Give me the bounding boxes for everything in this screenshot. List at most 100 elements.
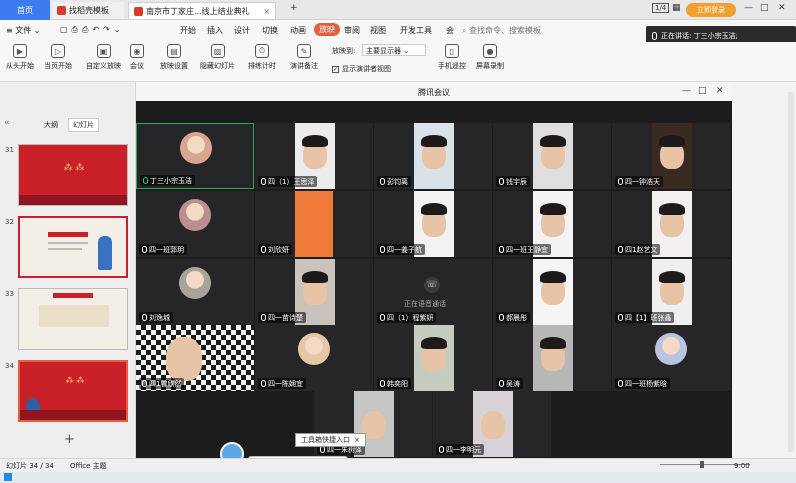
- search-box[interactable]: ⌕ 查找命令、搜索模板: [462, 25, 541, 36]
- ribbon-button-6[interactable]: ⏱ 排练计时: [248, 44, 276, 71]
- participant-tile[interactable]: 郝晨彤: [493, 259, 611, 325]
- menu-5[interactable]: 放映: [314, 23, 340, 36]
- mic-icon: [618, 314, 623, 321]
- participant-name-label: 丁三小宗玉洁: [140, 175, 195, 186]
- participant-name: 四一苗诗楚: [268, 313, 303, 322]
- menu-8[interactable]: 开发工具: [400, 25, 432, 36]
- record-button[interactable]: ● 屏幕录制: [476, 44, 504, 71]
- tab-outline[interactable]: 大纲: [44, 120, 58, 130]
- slide-thumbnail[interactable]: [18, 216, 128, 278]
- participant-hair: [540, 271, 566, 283]
- menu-6[interactable]: 审阅: [344, 25, 360, 36]
- slide-thumbnail[interactable]: ⁂ ⁂: [18, 144, 128, 206]
- participant-name-label: 四一钟浩天: [615, 176, 663, 187]
- presenter-view-checkbox[interactable]: ✓ 显示演讲者视图: [332, 64, 391, 74]
- tab-home[interactable]: 首页: [0, 0, 50, 20]
- scrollbar[interactable]: [788, 92, 794, 452]
- participant-name-label: 刘欣妍: [258, 244, 292, 255]
- participant-tile[interactable]: 四一苗诗楚: [255, 259, 373, 325]
- video-feed: [414, 123, 454, 189]
- minimize-icon[interactable]: —: [744, 3, 753, 13]
- ribbon-button-2[interactable]: ▣ 自定义放映: [86, 44, 121, 71]
- participant-name-label: 四一班杨紫晗: [615, 378, 670, 389]
- menu-0[interactable]: 开始: [180, 25, 196, 36]
- menu-2[interactable]: 设计: [234, 25, 250, 36]
- meeting-title-bar: 腾讯会议 — □ ✕: [136, 83, 732, 101]
- participant-hair: [302, 135, 328, 147]
- ribbon-button-label: 会议: [130, 62, 144, 70]
- close-icon[interactable]: ✕: [716, 86, 724, 96]
- participant-name: 四1曾欣然: [149, 379, 182, 388]
- close-tip-icon[interactable]: ×: [354, 436, 360, 444]
- participant-tile[interactable]: 四一姜子航: [374, 191, 492, 257]
- slide-thumbnail[interactable]: ⁂ ⁂: [18, 360, 128, 422]
- menu-3[interactable]: 切换: [262, 25, 278, 36]
- check-icon: ✓: [332, 65, 339, 73]
- slide-title-art: ⁂ ⁂: [63, 163, 85, 173]
- participant-tile[interactable]: 丁三小宗玉洁: [136, 123, 254, 189]
- menu-1[interactable]: 插入: [207, 25, 223, 36]
- participant-tile[interactable]: 四一朱树泽: [314, 391, 432, 457]
- minimize-icon[interactable]: —: [682, 86, 691, 96]
- close-tab-icon[interactable]: ×: [263, 7, 270, 16]
- maximize-icon[interactable]: □: [698, 86, 707, 96]
- ribbon-button-5[interactable]: ▨ 隐藏幻灯片: [200, 44, 235, 71]
- close-icon[interactable]: ✕: [778, 3, 786, 13]
- video-feed: [414, 325, 454, 391]
- menu-4[interactable]: 动画: [290, 25, 306, 36]
- participant-tile[interactable]: 四一陈娴宜: [255, 325, 373, 391]
- slide-count: 幻灯片 34 / 34: [6, 462, 54, 470]
- avatar: [298, 333, 330, 365]
- participant-tile[interactable]: 吴涛: [493, 325, 611, 391]
- grid-icon[interactable]: ▦: [672, 3, 681, 13]
- participant-tile[interactable]: 钱宇辰: [493, 123, 611, 189]
- participant-tile[interactable]: 四（1）王思泽: [255, 123, 373, 189]
- taskbar: 9:00: [0, 462, 796, 483]
- participant-name: 韩奕阳: [387, 379, 408, 388]
- participant-tile[interactable]: 四一班王静宜: [493, 191, 611, 257]
- file-menu[interactable]: ≡ 文件 ⌄: [6, 25, 41, 36]
- add-slide-button[interactable]: +: [64, 432, 75, 447]
- ribbon-button-1[interactable]: ▷ 当页开始: [44, 44, 72, 71]
- menu-9[interactable]: 会: [446, 25, 454, 36]
- maximize-icon[interactable]: □: [760, 3, 769, 13]
- mic-icon: [142, 380, 147, 387]
- ribbon-button-4[interactable]: ▤ 放映设置: [160, 44, 188, 71]
- collapse-panel-icon[interactable]: «: [4, 118, 10, 128]
- participant-name: 四（1）程紫妍: [387, 313, 434, 322]
- participant-tile[interactable]: 四一班郭玥: [136, 191, 254, 257]
- tab-document[interactable]: 南京市丁家庄...线上结业典礼 ×: [128, 2, 276, 19]
- add-tab-button[interactable]: +: [290, 3, 298, 13]
- participant-name-label: 彭钧离: [377, 176, 411, 187]
- handheld-button[interactable]: ▯ 手机遥控: [438, 44, 466, 71]
- tab-slides[interactable]: 幻灯片: [68, 118, 99, 132]
- participant-tile[interactable]: 刘欣妍: [255, 191, 373, 257]
- participant-tile[interactable]: 四1赵艺文: [612, 191, 730, 257]
- ribbon-button-3[interactable]: ◉ 会议: [130, 44, 144, 71]
- slide-number: 32: [5, 218, 14, 226]
- participant-tile[interactable]: 彭钧离: [374, 123, 492, 189]
- tab-template[interactable]: 找稻壳模板: [52, 2, 124, 19]
- participant-tile[interactable]: ☏ 正在语音通话 四（1）程紫妍: [374, 259, 492, 325]
- zoom-controls[interactable]: [640, 461, 780, 469]
- windows-start-icon[interactable]: [4, 473, 12, 481]
- quick-access-icons[interactable]: ▢⎙⎙↶↷⌄: [60, 25, 124, 35]
- slide-thumbnail[interactable]: [18, 288, 128, 350]
- participant-tile[interactable]: 韩奕阳: [374, 325, 492, 391]
- participant-tile[interactable]: 四【1】班张鑫: [612, 259, 730, 325]
- participant-name: 四一班杨紫晗: [625, 379, 667, 388]
- ribbon-button-7[interactable]: ✎ 演讲备注: [290, 44, 318, 71]
- participant-tile[interactable]: 四一钟浩天: [612, 123, 730, 189]
- toolbox-tip: 工具箱快捷入口 ×: [295, 433, 366, 447]
- participant-name: 刘欣妍: [268, 245, 289, 254]
- login-button[interactable]: 立即登录: [686, 3, 736, 17]
- ribbon-button-label: 放映设置: [160, 62, 188, 70]
- ribbon-button-0[interactable]: ▶ 从头开始: [6, 44, 34, 71]
- participant-tile[interactable]: 四1曾欣然: [136, 325, 254, 391]
- page-indicator: 1/4: [652, 3, 670, 13]
- participant-tile[interactable]: 刘逸城: [136, 259, 254, 325]
- participant-tile[interactable]: 四一李明元: [433, 391, 551, 457]
- show-on-select[interactable]: 主要显示器 ⌄: [362, 44, 426, 56]
- participant-tile[interactable]: 四一班杨紫晗: [612, 325, 730, 391]
- menu-7[interactable]: 视图: [370, 25, 386, 36]
